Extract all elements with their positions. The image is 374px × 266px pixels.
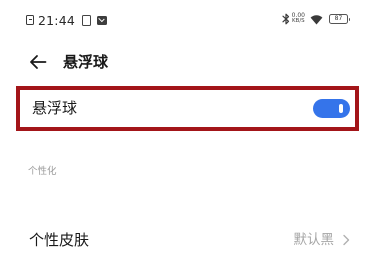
page-title: 悬浮球	[63, 53, 109, 71]
section-header-personalization: 个性化	[28, 166, 57, 177]
float-ball-setting-row[interactable]: 悬浮球	[20, 90, 355, 127]
battery-level: 87	[334, 15, 343, 22]
network-speed-unit: KB/S	[291, 18, 305, 25]
battery-icon: 87	[329, 14, 350, 24]
status-time: 21:44	[38, 12, 76, 28]
status-bar: 21:44 0.00 KB/S 87	[0, 0, 374, 34]
skin-value: 默认黑	[293, 232, 335, 248]
skin-label: 个性皮肤	[29, 231, 90, 249]
network-speed: 0.00 KB/S	[292, 13, 305, 25]
wifi-icon	[310, 14, 323, 24]
arrow-left-icon[interactable]	[28, 52, 48, 72]
float-ball-toggle[interactable]	[313, 99, 350, 118]
status-bar-left: 21:44	[26, 12, 108, 28]
toggle-knob	[339, 104, 343, 113]
notification-icon	[26, 15, 34, 25]
float-ball-label: 悬浮球	[32, 99, 78, 117]
chevron-right-icon	[343, 234, 350, 246]
bluetooth-icon	[282, 13, 289, 25]
status-bar-right: 0.00 KB/S 87	[282, 11, 350, 27]
skin-setting-row[interactable]: 个性皮肤 默认黑	[0, 220, 374, 260]
mail-icon	[97, 15, 108, 25]
settings-screen: 21:44 0.00 KB/S 87 悬浮球 悬浮球 个性化 个性皮肤 默认黑	[0, 0, 374, 266]
page-header: 悬浮球	[0, 46, 374, 78]
sim-card-icon	[82, 14, 92, 26]
